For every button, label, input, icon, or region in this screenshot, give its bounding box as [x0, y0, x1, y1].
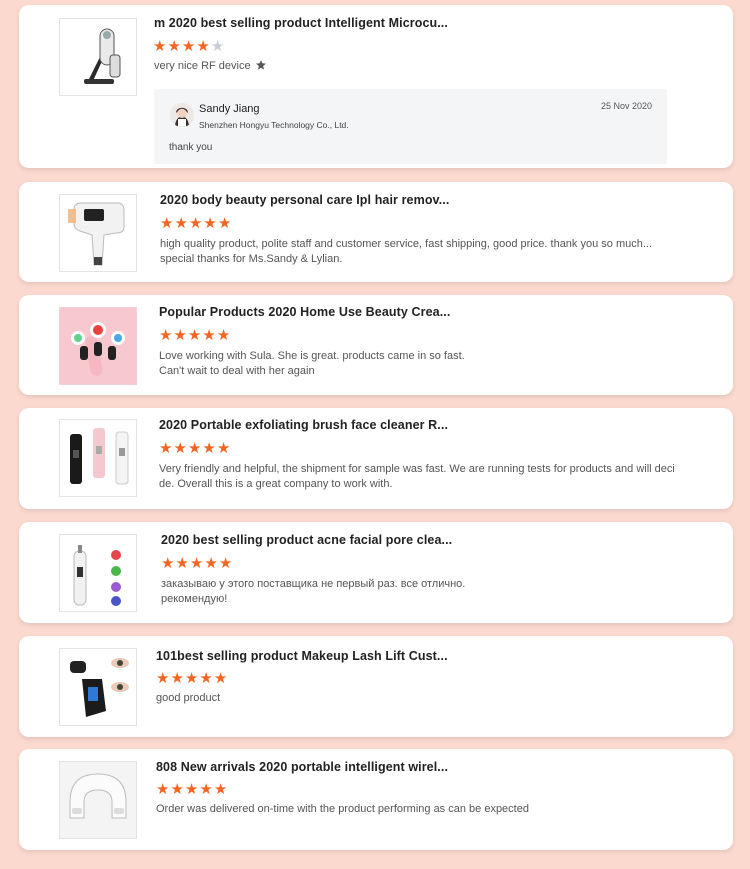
star-filled-icon: ★: [213, 781, 228, 798]
product-title[interactable]: Popular Products 2020 Home Use Beauty Cr…: [159, 305, 450, 319]
product-thumbnail-neck-massager[interactable]: [59, 761, 137, 839]
reply-date: 25 Nov 2020: [600, 101, 652, 111]
star-filled-icon: ★: [187, 440, 202, 457]
reply-text: thank you: [169, 142, 213, 153]
review-comment: very nice RF device: [154, 59, 674, 75]
rating-stars: ★ ★ ★ ★ ★: [156, 782, 227, 797]
review-card: 2020 body beauty personal care Ipl hair …: [19, 182, 733, 282]
star-filled-icon: ★: [175, 555, 189, 572]
star-filled-icon: ★: [202, 440, 216, 457]
star-filled-icon: ★: [213, 670, 228, 687]
comment-line: Very friendly and helpful, the shipment …: [159, 463, 675, 475]
reply-author-name: Sandy Jiang: [199, 103, 260, 115]
star-filled-icon: ★: [188, 215, 203, 232]
beauty-device-image: [60, 308, 136, 384]
star-filled-icon: ★: [199, 670, 213, 687]
lash-lift-image: [60, 649, 136, 725]
ipl-device-image: [60, 195, 136, 271]
star-filled-icon: ★: [159, 327, 173, 344]
review-comment: good product: [156, 691, 676, 706]
rating-stars: ★ ★ ★ ★ ★: [153, 39, 224, 54]
star-filled-icon: ★: [218, 555, 233, 572]
rf-device-image: [60, 19, 136, 95]
star-filled-icon: ★: [184, 781, 199, 798]
product-thumbnail-pore-cleaner[interactable]: [59, 534, 137, 612]
star-filled-icon: ★: [184, 670, 199, 687]
star-filled-icon: ★: [189, 555, 204, 572]
face-cleaner-image: [60, 420, 136, 496]
comment-line: Can't wait to deal with her again: [159, 365, 315, 377]
star-filled-icon: ★: [204, 555, 218, 572]
comment-line: рекомендую!: [161, 593, 228, 605]
review-card: 2020 best selling product acne facial po…: [19, 522, 733, 623]
review-card: 2020 Portable exfoliating brush face cle…: [19, 408, 733, 509]
avatar: [170, 103, 194, 127]
product-title[interactable]: 2020 Portable exfoliating brush face cle…: [159, 418, 448, 432]
product-thumbnail-beauty-device[interactable]: [59, 307, 137, 385]
review-comment: high quality product, polite staff and c…: [160, 237, 720, 267]
star-filled-icon: ★: [181, 38, 196, 55]
comment-line: Order was delivered on-time with the pro…: [156, 803, 529, 815]
product-title[interactable]: 2020 body beauty personal care Ipl hair …: [160, 193, 449, 207]
rating-stars: ★ ★ ★ ★ ★: [156, 671, 227, 686]
star-filled-icon: ★: [173, 327, 187, 344]
star-filled-icon: ★: [160, 215, 174, 232]
star-filled-icon: ★: [216, 327, 231, 344]
reply-company-name: Shenzhen Hongyu Technology Co., Ltd.: [199, 120, 349, 130]
comment-line: special thanks for Ms.Sandy & Lylian.: [160, 253, 343, 265]
pore-cleaner-image: [60, 535, 136, 611]
review-comment: Very friendly and helpful, the shipment …: [159, 462, 719, 492]
product-thumbnail-face-cleaner[interactable]: [59, 419, 137, 497]
product-thumbnail-ipl-hair-remover[interactable]: [59, 194, 137, 272]
review-card: 808 New arrivals 2020 portable intellige…: [19, 749, 733, 850]
star-filled-icon: ★: [170, 781, 184, 798]
product-title[interactable]: 101best selling product Makeup Lash Lift…: [156, 649, 448, 663]
product-thumbnail-rf-device[interactable]: [59, 18, 137, 96]
star-filled-icon: ★: [217, 215, 232, 232]
product-title[interactable]: 808 New arrivals 2020 portable intellige…: [156, 760, 448, 774]
rating-stars: ★ ★ ★ ★ ★: [159, 328, 230, 343]
supplier-reply: Sandy Jiang Shenzhen Hongyu Technology C…: [154, 89, 667, 164]
star-filled-icon: ★: [174, 215, 188, 232]
product-thumbnail-lash-lift[interactable]: [59, 648, 137, 726]
product-title[interactable]: m 2020 best selling product Intelligent …: [154, 16, 448, 30]
comment-line: de. Overall this is a great company to w…: [159, 478, 393, 490]
review-comment: Order was delivered on-time with the pro…: [156, 802, 676, 817]
star-filled-icon: ★: [187, 327, 202, 344]
star-filled-icon: ★: [156, 781, 170, 798]
star-filled-icon: ★: [196, 38, 210, 55]
star-filled-icon: ★: [199, 781, 213, 798]
rating-stars: ★ ★ ★ ★ ★: [160, 216, 231, 231]
star-filled-icon: ★: [161, 555, 175, 572]
star-filled-icon: ★: [216, 440, 231, 457]
star-filled-icon: ★: [167, 38, 181, 55]
star-filled-icon: ★: [203, 215, 217, 232]
rating-stars: ★ ★ ★ ★ ★: [161, 556, 232, 571]
review-card: Popular Products 2020 Home Use Beauty Cr…: [19, 295, 733, 395]
review-comment: заказываю у этого поставщика не первый р…: [161, 577, 681, 607]
star-filled-icon: ★: [159, 440, 173, 457]
star-filled-icon: ★: [202, 327, 216, 344]
star-empty-icon: ★: [210, 38, 225, 55]
neck-massager-image: [60, 762, 136, 838]
star-filled-icon: ★: [173, 440, 187, 457]
star-filled-icon: ★: [170, 670, 184, 687]
star-filled-icon: ★: [153, 38, 167, 55]
comment-line: very nice RF device: [154, 60, 251, 72]
star-filled-icon: ★: [156, 670, 170, 687]
star-badge-icon: [255, 60, 266, 75]
comment-line: high quality product, polite staff and c…: [160, 238, 653, 250]
comment-line: good product: [156, 692, 221, 704]
rating-stars: ★ ★ ★ ★ ★: [159, 441, 230, 456]
comment-line: Love working with Sula. She is great. pr…: [159, 350, 465, 362]
review-card: m 2020 best selling product Intelligent …: [19, 5, 733, 168]
comment-line: заказываю у этого поставщика не первый р…: [161, 578, 466, 590]
product-title[interactable]: 2020 best selling product acne facial po…: [161, 533, 452, 547]
review-comment: Love working with Sula. She is great. pr…: [159, 349, 679, 379]
review-card: 101best selling product Makeup Lash Lift…: [19, 636, 733, 737]
